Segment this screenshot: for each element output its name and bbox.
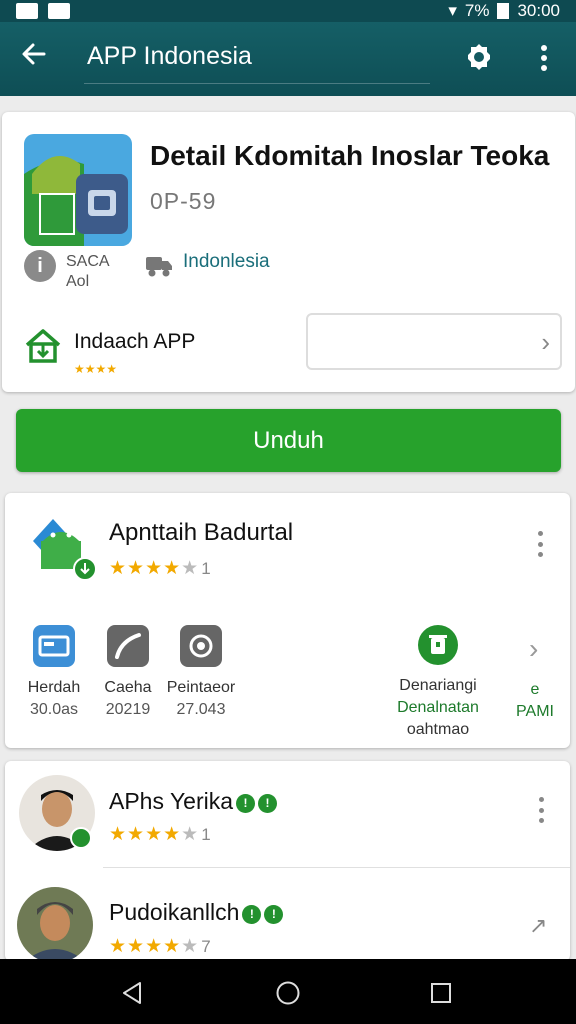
- badge-icon: !: [258, 794, 278, 813]
- divider: [103, 867, 570, 868]
- app-icon: [24, 134, 132, 246]
- android-app-icon[interactable]: [27, 513, 99, 585]
- user-rating-count: 7: [201, 937, 212, 956]
- title-underline: [84, 83, 430, 84]
- feature-label: Peintaeor: [166, 679, 236, 696]
- app-item-card: Apnttaih Badurtal ★★★★★ 1 Herdah 30.0as C…: [5, 493, 570, 748]
- truck-icon: [145, 253, 173, 279]
- battery-text: 7%: [464, 1, 490, 20]
- user-name-text: APhs Yerika: [109, 788, 234, 814]
- version-select[interactable]: ›: [306, 313, 562, 370]
- app-item-rating: ★★★★★ 1: [109, 558, 212, 579]
- more-vert-icon[interactable]: [531, 795, 551, 825]
- badge-icon: !: [242, 905, 262, 924]
- image-icon: [48, 3, 70, 19]
- app-title: Detail Kdomitah Inoslar Teoka: [150, 140, 550, 171]
- storage-icon: [33, 625, 75, 667]
- feature-label: Herdah: [27, 679, 81, 696]
- feature-label: Caeha: [104, 679, 152, 696]
- feature-item[interactable]: Peintaeor 27.043: [165, 625, 237, 721]
- share-icon[interactable]: ↗: [529, 913, 547, 939]
- user-rating-count: 1: [201, 825, 212, 844]
- feature-value: 20219: [105, 701, 151, 718]
- home-nav-icon[interactable]: [275, 980, 301, 1006]
- app-info: SACA Aol: [66, 252, 110, 292]
- status-time: 30:00: [517, 1, 560, 20]
- more-vert-icon[interactable]: [530, 40, 558, 76]
- feature-item[interactable]: Caeha 20219: [101, 625, 155, 721]
- user-rating: ★★★★★ 7: [109, 936, 212, 957]
- chevron-right-icon: ›: [541, 327, 550, 357]
- app-item-title: Apnttaih Badurtal: [109, 519, 294, 546]
- feature-far-line-2: PAMI: [516, 703, 554, 720]
- wifi-icon: ▾: [448, 1, 457, 20]
- info-line-2: Aol: [66, 273, 90, 290]
- user-rating: ★★★★★ 1: [109, 824, 212, 845]
- feature-pami[interactable]: e PAMI: [510, 679, 560, 723]
- users-card: APhs Yerika!! ★★★★★ 1 Pudoikanllch!! ★★★★…: [5, 761, 570, 963]
- status-bar: ▾ 7% 30:00: [0, 0, 576, 22]
- user-name: Pudoikanllch!!: [109, 899, 284, 926]
- feature-value: 30.0as: [29, 701, 79, 718]
- badge-icon: !: [236, 794, 256, 813]
- badge-icon: !: [264, 905, 284, 924]
- feature-far-line-1: e: [530, 681, 540, 698]
- chevron-right-icon[interactable]: ›: [529, 633, 538, 665]
- app-version: 0P-59: [150, 188, 217, 214]
- feature-value: 27.043: [176, 701, 226, 718]
- trash-icon: [418, 625, 458, 665]
- notification-icon: [16, 3, 38, 19]
- home-download-icon: [24, 328, 62, 364]
- system-nav-bar: [0, 959, 576, 1024]
- user-name-text: Pudoikanllch: [109, 899, 240, 925]
- feature-line-2: Denalnatan: [397, 699, 479, 716]
- back-nav-icon[interactable]: [120, 981, 144, 1005]
- battery-icon: [497, 3, 510, 19]
- gear-icon[interactable]: [463, 41, 497, 75]
- app-detail-card: Detail Kdomitah Inoslar Teoka 0P-59 i SA…: [2, 112, 575, 392]
- edit-icon: [107, 625, 149, 667]
- verified-icon: [70, 827, 92, 849]
- info-icon[interactable]: i: [24, 250, 56, 282]
- page-title: APP Indonesia: [87, 42, 252, 70]
- app-item-rating-count: 1: [201, 559, 212, 578]
- feature-item[interactable]: Herdah 30.0as: [25, 625, 83, 721]
- more-vert-icon[interactable]: [530, 529, 550, 559]
- camera-icon: [180, 625, 222, 667]
- feature-line-3: oahtmao: [406, 721, 470, 738]
- arrow-left-icon[interactable]: [20, 40, 48, 76]
- feature-install[interactable]: Denariangi Denalnatan oahtmao: [390, 625, 486, 741]
- user-name: APhs Yerika!!: [109, 788, 278, 815]
- install-rating-stars: ★★★★: [74, 362, 118, 376]
- region-link[interactable]: Indonlesia: [183, 251, 270, 273]
- avatar[interactable]: [17, 887, 93, 963]
- install-label: Indaach APP: [74, 330, 196, 353]
- app-bar: APP Indonesia: [0, 22, 576, 96]
- feature-line-1: Denariangi: [399, 677, 477, 694]
- download-button[interactable]: Unduh: [16, 409, 561, 472]
- info-line-1: SACA: [66, 253, 110, 270]
- recents-nav-icon[interactable]: [430, 982, 452, 1004]
